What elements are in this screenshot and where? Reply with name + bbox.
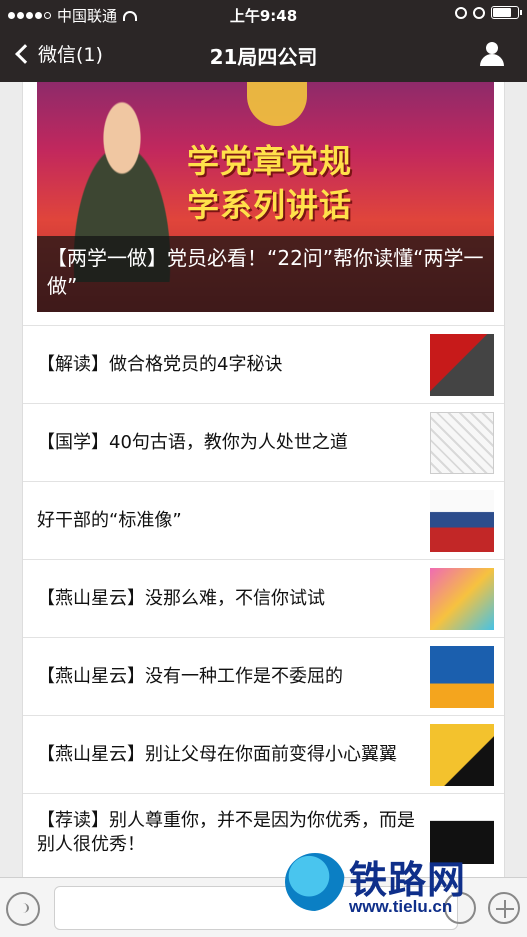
list-item[interactable]: 【燕山星云】没有一种工作是不委屈的: [23, 637, 504, 715]
article-thumbnail: [430, 568, 494, 630]
watermark-brand: 铁路网: [349, 858, 467, 902]
article-title: 【解读】做合格党员的4字秘诀: [37, 354, 283, 375]
list-item[interactable]: 【燕山星云】没那么难，不信你试试: [23, 559, 504, 637]
party-emblem-icon: [247, 82, 307, 126]
list-item[interactable]: 【燕山星云】别让父母在你面前变得小心翼翼: [23, 715, 504, 793]
orientation-lock-icon: [455, 6, 467, 19]
article-list-card: 学党章党规 学系列讲话 【两学一做】党员必看！“22问”帮你读懂“两学一做” 【…: [22, 82, 505, 877]
watermark-logo: 铁路网 www.tielu.cn: [285, 845, 500, 925]
watermark-url: www.tielu.cn: [349, 897, 453, 916]
article-thumbnail: [430, 412, 494, 474]
alarm-icon: [473, 6, 485, 19]
voice-input-button[interactable]: [6, 892, 40, 926]
tielu-logo-icon: [285, 853, 345, 911]
article-thumbnail: [430, 490, 494, 552]
battery-icon: [491, 6, 522, 19]
article-title: 【燕山星云】没有一种工作是不委屈的: [37, 666, 343, 687]
article-title: 好干部的“标准像”: [37, 510, 182, 531]
hero-article[interactable]: 学党章党规 学系列讲话 【两学一做】党员必看！“22问”帮你读懂“两学一做”: [37, 82, 494, 312]
status-time: 上午9:48: [229, 7, 298, 25]
list-item[interactable]: 【国学】40句古语，教你为人处世之道: [23, 403, 504, 481]
person-icon-body: [480, 54, 504, 66]
person-icon: [486, 42, 498, 54]
article-title: 【燕山星云】没那么难，不信你试试: [37, 588, 325, 609]
article-thumbnail: [430, 646, 494, 708]
article-thumbnail: [430, 724, 494, 786]
article-title: 【燕山星云】别让父母在你面前变得小心翼翼: [37, 744, 397, 765]
profile-button[interactable]: [479, 42, 505, 68]
navigation-bar: 微信(1) 21局四公司: [0, 28, 527, 82]
hero-headline-2: 学系列讲话: [187, 186, 353, 224]
hero-headline-1: 学党章党规: [187, 142, 353, 180]
article-thumbnail: [430, 334, 494, 396]
hero-caption: 【两学一做】党员必看！“22问”帮你读懂“两学一做”: [37, 236, 494, 312]
status-bar: 中国联通 上午9:48: [0, 0, 527, 28]
list-item[interactable]: 【解读】做合格党员的4字秘诀: [23, 325, 504, 403]
status-right: [455, 6, 522, 19]
article-title: 【国学】40句古语，教你为人处世之道: [37, 432, 348, 453]
list-item[interactable]: 好干部的“标准像”: [23, 481, 504, 559]
page-title: 21局四公司: [209, 45, 318, 69]
